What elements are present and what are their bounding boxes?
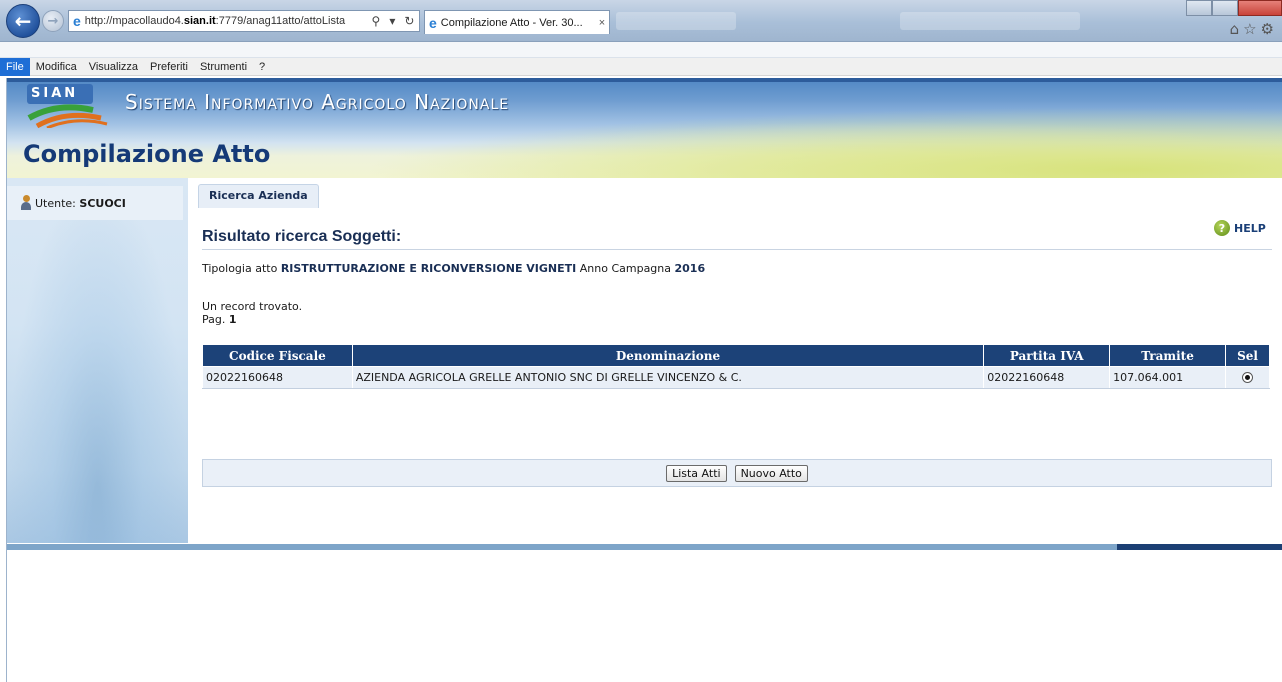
help-label[interactable]: HELP — [1234, 222, 1266, 235]
breadcrumb-ricerca-azienda[interactable]: Ricerca Azienda — [198, 184, 319, 208]
url-text[interactable]: http://mpacollaudo4.sian.it:7779/anag11a… — [85, 15, 367, 27]
background-tab[interactable] — [900, 12, 1080, 30]
logo-text: SIAN — [31, 86, 79, 101]
toolbar-strip — [0, 42, 1282, 58]
system-name: Sistema Informativo Agricolo Nazionale — [125, 90, 510, 114]
close-tab-icon[interactable]: × — [595, 17, 609, 29]
user-label: Utente: SCUOCI — [35, 197, 126, 210]
page-prefix: Pag. — [202, 313, 226, 326]
dropdown-arrow-icon[interactable]: ▾ — [389, 14, 395, 28]
ie-logo-icon: e — [73, 13, 81, 29]
user-prefix: Utente: — [35, 196, 76, 210]
typology-prefix: Tipologia atto — [202, 262, 278, 275]
campaign-value: 2016 — [674, 262, 706, 275]
star-icon[interactable]: ☆ — [1243, 20, 1260, 38]
menu-preferiti[interactable]: Preferiti — [144, 58, 194, 76]
footer-bar — [7, 544, 1117, 550]
menu-visualizza[interactable]: Visualizza — [83, 58, 144, 76]
actions-bar: Lista Atti Nuovo Atto — [202, 459, 1272, 487]
cell-sel — [1225, 366, 1270, 389]
sian-logo: SIAN — [27, 84, 115, 130]
divider — [202, 249, 1272, 250]
cell-codice-fiscale: 02022160648 — [202, 366, 353, 389]
lista-atti-button[interactable]: Lista Atti — [666, 464, 727, 482]
gear-icon[interactable]: ⚙ — [1261, 20, 1278, 38]
page-title: Compilazione Atto — [23, 140, 271, 168]
campaign-prefix: Anno Campagna — [579, 262, 671, 275]
forward-arrow-icon[interactable]: → — [42, 10, 64, 32]
user-name: SCUOCI — [79, 196, 126, 210]
maximize-button[interactable] — [1212, 0, 1238, 16]
home-icon[interactable]: ⌂ — [1230, 20, 1244, 38]
col-codice-fiscale: Codice Fiscale — [202, 344, 353, 367]
typology-line: Tipologia atto RISTRUTTURAZIONE E RICONV… — [202, 262, 705, 275]
table-header-row: Codice Fiscale Denominazione Partita IVA… — [202, 344, 1270, 367]
nuovo-atto-button[interactable]: Nuovo Atto — [734, 464, 808, 482]
col-tramite: Tramite — [1109, 344, 1226, 367]
browser-toolbar: ← → e http://mpacollaudo4.sian.it:7779/a… — [0, 0, 1282, 42]
ie-tab-icon: e — [429, 14, 437, 31]
cell-denominazione: AZIENDA AGRICOLA GRELLE ANTONIO SNC DI G… — [351, 366, 985, 389]
help-icon[interactable]: ? — [1214, 220, 1230, 236]
results-title: Risultato ricerca Soggetti: — [202, 228, 402, 245]
tab-compilazione-atto[interactable]: e Compilazione Atto - Ver. 30... × — [424, 10, 610, 34]
results-table: Codice Fiscale Denominazione Partita IVA… — [202, 344, 1270, 389]
banner-stripe — [7, 78, 1282, 82]
table-row[interactable]: 02022160648 AZIENDA AGRICOLA GRELLE ANTO… — [202, 366, 1270, 389]
browser-tools: ⌂☆⚙ — [1230, 20, 1278, 38]
sian-banner: SIAN Sistema Informativo Agricolo Nazion… — [7, 78, 1282, 178]
search-icon[interactable]: ⚲ — [372, 14, 381, 28]
cell-tramite: 107.064.001 — [1109, 366, 1226, 389]
window-controls — [1186, 0, 1282, 16]
menu-bar: File Modifica Visualizza Preferiti Strum… — [0, 57, 1282, 76]
user-icon — [21, 195, 31, 211]
typology-value: RISTRUTTURAZIONE E RICONVERSIONE VIGNETI — [280, 262, 577, 275]
menu-strumenti[interactable]: Strumenti — [194, 58, 253, 76]
close-window-button[interactable] — [1238, 0, 1282, 16]
col-partita-iva: Partita IVA — [983, 344, 1111, 367]
col-sel: Sel — [1225, 344, 1270, 367]
cell-partita-iva: 02022160648 — [983, 366, 1111, 389]
user-box: Utente: SCUOCI — [7, 186, 183, 220]
col-denominazione: Denominazione — [351, 344, 985, 367]
tab-title: Compilazione Atto - Ver. 30... — [440, 16, 583, 29]
menu-file[interactable]: File — [0, 57, 30, 76]
pager: Pag. 1 — [202, 313, 237, 326]
refresh-icon[interactable]: ↻ — [404, 14, 414, 28]
left-sidebar: Utente: SCUOCI — [7, 178, 188, 543]
help-link[interactable]: ? HELP — [1214, 220, 1266, 236]
menu-modifica[interactable]: Modifica — [30, 58, 83, 76]
main-content: Ricerca Azienda ? HELP Risultato ricerca… — [188, 178, 1282, 543]
back-arrow-icon[interactable]: ← — [6, 4, 40, 38]
select-radio[interactable] — [1242, 372, 1253, 383]
background-tab[interactable] — [616, 12, 736, 30]
menu-help[interactable]: ? — [253, 58, 271, 76]
minimize-button[interactable] — [1186, 0, 1212, 16]
footer-bar-accent — [1117, 544, 1282, 550]
page-number: 1 — [228, 313, 237, 326]
address-bar[interactable]: e http://mpacollaudo4.sian.it:7779/anag1… — [68, 10, 420, 32]
records-count: Un record trovato. — [202, 300, 303, 313]
